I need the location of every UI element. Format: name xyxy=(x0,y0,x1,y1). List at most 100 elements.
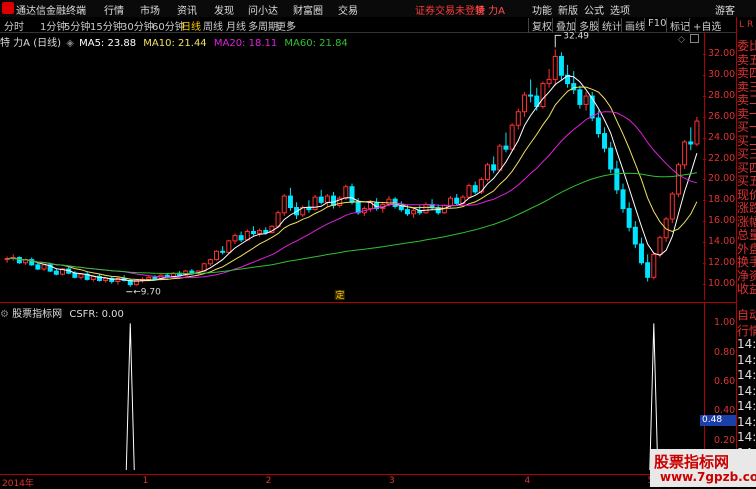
candle-body xyxy=(546,78,552,85)
candle xyxy=(337,196,343,208)
indicator-cursor-value: 0.48 xyxy=(700,415,738,426)
menu-gongshi[interactable]: 公式 xyxy=(584,2,604,17)
candle-body xyxy=(528,94,534,97)
candle xyxy=(232,233,238,244)
candle-body xyxy=(226,240,232,253)
tick-time: 14:5 xyxy=(737,383,756,398)
candle-body xyxy=(503,145,509,150)
candle-body xyxy=(682,141,688,166)
candle xyxy=(602,127,608,153)
candle-body xyxy=(146,276,152,280)
panel-tab-label[interactable]: 自动 xyxy=(737,306,756,323)
candle-body xyxy=(675,164,681,195)
candle xyxy=(497,144,503,172)
candle-body xyxy=(620,189,626,210)
candle xyxy=(35,262,41,271)
candle-body xyxy=(645,262,651,278)
panel-label-l: L xyxy=(739,20,745,30)
tool-huaxian[interactable]: 画线 xyxy=(621,18,645,33)
tool-f10[interactable]: F10 xyxy=(644,18,666,29)
menu-shichang[interactable]: 市场 xyxy=(140,2,160,17)
candle xyxy=(608,141,614,174)
price-tick xyxy=(703,116,706,118)
price-tick-label: 20.00 xyxy=(708,173,736,185)
period-30min[interactable]: 30分钟 xyxy=(121,18,154,33)
candle-body xyxy=(398,206,404,211)
tool-fuquan[interactable]: 复权 xyxy=(528,18,552,33)
candle xyxy=(503,132,509,153)
price-tick-label: 22.00 xyxy=(708,152,736,164)
candle-body xyxy=(651,253,657,278)
candle xyxy=(558,52,564,80)
menu-hangqing[interactable]: 行情 xyxy=(104,2,124,17)
candle xyxy=(583,91,589,111)
candle-body xyxy=(386,198,392,205)
candle-body xyxy=(509,124,515,150)
candle-body xyxy=(207,259,213,265)
candle xyxy=(4,256,10,263)
candle xyxy=(238,231,244,242)
tool-biaoji[interactable]: 标记 xyxy=(666,18,690,33)
menu-xinban[interactable]: 新版 xyxy=(558,2,578,17)
candle xyxy=(53,269,59,276)
candle xyxy=(675,162,681,198)
period-monthly[interactable]: 月线 xyxy=(226,18,246,33)
price-tick-label: 14.00 xyxy=(708,235,736,247)
price-tick-label: 16.00 xyxy=(708,215,736,227)
menu-caifuquan[interactable]: 财富圈 xyxy=(293,2,323,17)
price-tick xyxy=(703,283,706,285)
price-tick-label: 18.00 xyxy=(708,194,736,206)
candle xyxy=(595,110,601,138)
price-tick xyxy=(703,158,706,160)
period-1min[interactable]: 1分钟 xyxy=(40,18,66,33)
period-daily[interactable]: 日线 xyxy=(181,18,201,33)
period-60min[interactable]: 60分钟 xyxy=(152,18,185,33)
period-weekly[interactable]: 周线 xyxy=(203,18,223,33)
tool-tongji[interactable]: 统计 xyxy=(598,18,622,33)
indicator-chart[interactable] xyxy=(0,316,705,474)
high-price-label: 32.49 xyxy=(563,32,589,41)
menu-wenxiaoda[interactable]: 问小达 xyxy=(248,2,278,17)
panel-tab-label[interactable]: 行情 xyxy=(737,322,756,339)
menu-zixun[interactable]: 资讯 xyxy=(177,2,197,17)
chevron-right-icon[interactable]: ▸ xyxy=(288,18,293,29)
candle-body xyxy=(324,195,330,203)
candle-body xyxy=(448,197,454,206)
candle-body xyxy=(103,277,109,281)
csfr-signal-spike xyxy=(125,323,135,471)
candle-body xyxy=(244,231,250,241)
title-bar: 通达信金融终端 行情 市场 资讯 发现 问小达 财富圈 交易 证券交易未登录 特… xyxy=(0,0,756,18)
candle-body xyxy=(521,94,527,113)
candle-body xyxy=(411,210,417,215)
price-tick-label: 28.00 xyxy=(708,90,736,102)
menu-gongneng[interactable]: 功能 xyxy=(532,2,552,17)
period-5min[interactable]: 5分钟 xyxy=(64,18,90,33)
app-name: 通达信金融终端 xyxy=(16,6,86,17)
date-tick-label: 1 xyxy=(142,476,149,486)
candle xyxy=(528,79,534,103)
kline-chart[interactable]: 32.49 ←9.70 定 xyxy=(0,32,705,302)
tool-add-favorite[interactable]: +自选 xyxy=(689,18,721,33)
candle-body xyxy=(263,229,269,234)
candle xyxy=(312,195,318,211)
candle-body xyxy=(626,208,632,228)
period-15min[interactable]: 15分钟 xyxy=(90,18,123,33)
candle-body xyxy=(331,195,337,206)
candle xyxy=(682,139,688,169)
candle-body xyxy=(250,231,256,235)
period-fenshi[interactable]: 分时 xyxy=(4,18,24,33)
price-tick-label: 30.00 xyxy=(708,69,736,81)
menu-xuanxiang[interactable]: 选项 xyxy=(610,2,630,17)
menu-youke[interactable]: 游客 xyxy=(715,2,735,17)
candle-body xyxy=(41,264,47,270)
tool-duogu[interactable]: 多股 xyxy=(575,18,599,33)
candle-body xyxy=(657,237,663,255)
candle xyxy=(287,187,293,211)
period-toolbar: 分时 1分钟 5分钟 15分钟 30分钟 60分钟 日线 周线 月线 多周期 更… xyxy=(0,17,756,33)
menu-jiaoyi[interactable]: 交易 xyxy=(338,2,358,17)
candle xyxy=(645,254,651,282)
period-multi[interactable]: 多周期 xyxy=(248,18,278,33)
tool-diejia[interactable]: 叠加 xyxy=(552,18,576,33)
candle-body xyxy=(614,168,620,191)
menu-faxian[interactable]: 发现 xyxy=(214,2,234,17)
